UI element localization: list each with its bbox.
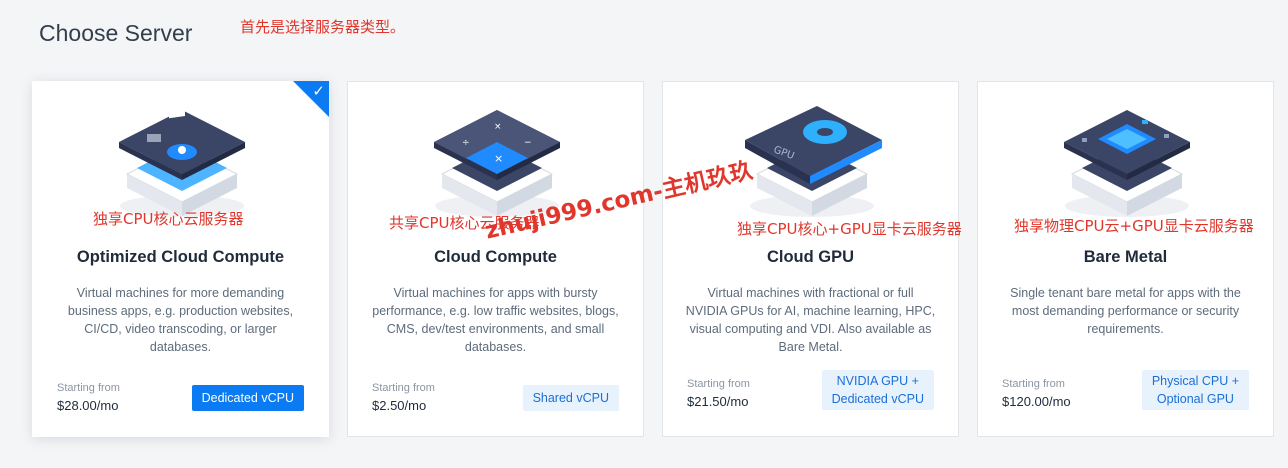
checkmark-icon: ✓ bbox=[312, 83, 325, 100]
price-label: Starting from bbox=[372, 382, 435, 394]
svg-text:×: × bbox=[494, 152, 503, 165]
server-card-bare-metal[interactable]: 独享物理CPU云+GPU显卡云服务器 Bare Metal Single ten… bbox=[977, 81, 1274, 437]
badge-line2: Optional GPU bbox=[1156, 392, 1234, 406]
price-value: $120.00/mo bbox=[1002, 394, 1071, 409]
cpu-type-badge: Physical CPU + Optional GPU bbox=[1141, 370, 1249, 410]
badge-line2: Dedicated vCPU bbox=[831, 392, 924, 406]
price-label: Starting from bbox=[687, 378, 750, 390]
card-title: Cloud GPU bbox=[766, 248, 855, 266]
price-block: Starting from $21.50/mo bbox=[687, 378, 750, 409]
svg-text:÷: ÷ bbox=[462, 138, 470, 148]
gpu-server-icon: GPU bbox=[745, 106, 882, 217]
annotation-card1-note: 独享CPU核心云服务器 bbox=[93, 210, 244, 228]
price-block: Starting from $120.00/mo bbox=[1002, 378, 1071, 409]
card-description: Virtual machines for apps with bursty pe… bbox=[372, 286, 619, 354]
card-description: Virtual machines with fractional or full… bbox=[685, 286, 936, 354]
price-block: Starting from $2.50/mo bbox=[372, 382, 435, 413]
price-label: Starting from bbox=[57, 382, 120, 394]
card-title: Optimized Cloud Compute bbox=[76, 248, 285, 266]
badge-line1: NVIDIA GPU + bbox=[836, 374, 919, 388]
svg-text:−: − bbox=[524, 138, 532, 148]
price-value: $21.50/mo bbox=[687, 394, 749, 409]
price-value: $28.00/mo bbox=[57, 398, 119, 413]
bare-metal-server-icon bbox=[1064, 110, 1190, 217]
svg-text:×: × bbox=[494, 122, 502, 132]
annotation-card3-note: 独享CPU核心+GPU显卡云服务器 bbox=[737, 220, 962, 238]
optimized-compute-server-icon bbox=[119, 107, 245, 217]
badge-line1: Physical CPU + bbox=[1151, 374, 1239, 388]
cpu-type-badge: NVIDIA GPU + Dedicated vCPU bbox=[821, 370, 934, 410]
price-value: $2.50/mo bbox=[372, 398, 427, 413]
price-label: Starting from bbox=[1002, 378, 1065, 390]
price-block: Starting from $28.00/mo bbox=[57, 382, 120, 413]
server-card-cloud-compute[interactable]: × × ÷ − 共享CPU核心云服务器 Cloud Compute Virtua… bbox=[347, 81, 644, 437]
page-title: Choose Server bbox=[39, 20, 193, 46]
badge-line1: Shared vCPU bbox=[532, 391, 609, 405]
server-card-cloud-gpu[interactable]: GPU 独享CPU核心+GPU显卡云服务器 Cloud GPU Virtual … bbox=[662, 81, 962, 437]
annotation-card4-note: 独享物理CPU云+GPU显卡云服务器 bbox=[1014, 217, 1254, 235]
cpu-type-badge: Shared vCPU bbox=[522, 385, 619, 411]
card-description: Single tenant bare metal for apps with t… bbox=[1010, 286, 1241, 336]
card-title: Bare Metal bbox=[1083, 248, 1168, 266]
card-description: Virtual machines for more demanding busi… bbox=[67, 286, 294, 354]
card-title: Cloud Compute bbox=[434, 248, 557, 266]
annotation-header-note: 首先是选择服务器类型。 bbox=[240, 18, 406, 36]
badge-line1: Dedicated vCPU bbox=[201, 391, 294, 405]
cpu-type-badge: Dedicated vCPU bbox=[191, 385, 304, 411]
server-card-optimized-cloud-compute[interactable]: ✓ 独享CPU核心云服务器 Optimized Cloud Compute Vi… bbox=[32, 81, 329, 437]
